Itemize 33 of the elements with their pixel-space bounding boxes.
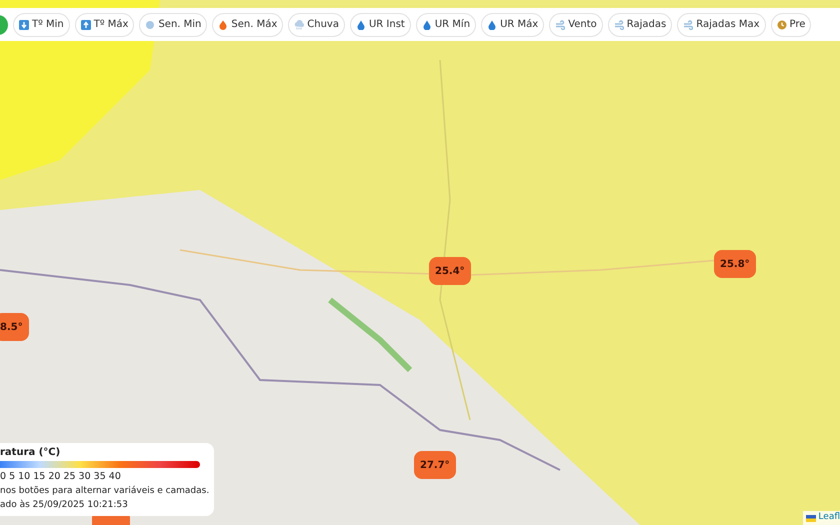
- wind-icon: [683, 20, 694, 30]
- up-arrow-icon: [80, 20, 91, 30]
- layer-button[interactable]: Tº Máx: [74, 12, 134, 36]
- flag-icon: [806, 514, 816, 522]
- temperature-marker[interactable]: 8.5°: [0, 313, 29, 341]
- layer-button[interactable]: Tº Min: [13, 12, 70, 36]
- droplet-icon: [422, 20, 432, 30]
- legend-title: ratura (°C): [0, 446, 62, 459]
- droplet-icon: [356, 20, 366, 30]
- update-time: ado às 25/09/2025 10:21:53: [0, 499, 129, 511]
- layer-button[interactable]: Pre: [770, 12, 812, 36]
- down-arrow-icon: [19, 20, 29, 30]
- layer-button[interactable]: Chuva: [288, 12, 345, 36]
- droplet-icon: [487, 20, 498, 30]
- legend-hint: nos botões para alternar variáveis e camadas.: [0, 485, 210, 497]
- layer-button[interactable]: Sen. Min: [139, 12, 208, 36]
- legend-scale: 0 5 10 15 20 25 30 35 40: [0, 470, 122, 483]
- layer-button[interactable]: UR Inst: [350, 12, 411, 36]
- attribution-link[interactable]: Leafl: [818, 511, 840, 525]
- dot-icon: [145, 20, 156, 30]
- layer-button[interactable]: Rajadas Max: [677, 12, 766, 36]
- wind-icon: [555, 20, 566, 30]
- layer-button[interactable]: Vento: [549, 12, 603, 36]
- layer-button[interactable]: Sen. Máx: [212, 12, 284, 36]
- layer-button[interactable]: Rajadas: [608, 12, 672, 36]
- rain-cloud-icon: [294, 20, 304, 30]
- temperature-marker[interactable]: 25.4°: [429, 257, 471, 285]
- temperature-marker[interactable]: 27.7°: [414, 451, 456, 479]
- wind-icon: [614, 20, 624, 30]
- temperature-marker[interactable]: 25.8°: [714, 250, 756, 278]
- layer-button[interactable]: UR Máx: [481, 12, 544, 36]
- clock-icon: [776, 20, 787, 30]
- layer-button[interactable]: UR Mín: [416, 12, 476, 36]
